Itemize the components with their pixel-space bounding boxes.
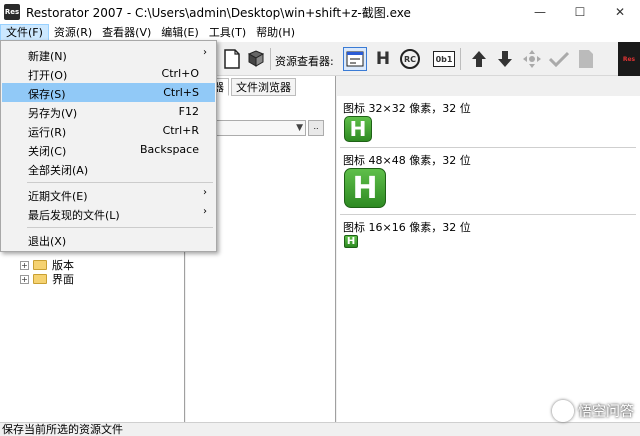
arrow-down-icon[interactable]	[493, 47, 517, 71]
menu-item-save[interactable]: 保存(S) Ctrl+S	[2, 83, 215, 102]
app-icon: Res	[4, 4, 20, 20]
chevron-down-icon[interactable]: ▼	[296, 121, 303, 135]
menu-item-label: 关闭(C)	[28, 145, 67, 158]
menu-item-close-all[interactable]: 全部关闭(A)	[2, 159, 215, 178]
watermark: 悟空问答	[552, 400, 634, 422]
maximize-button[interactable]: ☐	[560, 0, 600, 24]
icon-caption: 图标 32×32 像素，32 位	[343, 102, 471, 115]
window-title: Restorator 2007 - C:\Users\admin\Desktop…	[26, 5, 411, 20]
menu-item-recent-files[interactable]: 近期文件(E) ›	[2, 185, 215, 204]
toolbar-separator	[460, 48, 461, 70]
binary-badge: 0b1	[433, 51, 455, 67]
status-bar: 保存当前所选的资源文件	[0, 422, 640, 436]
menu-item-new[interactable]: 新建(N) ›	[2, 45, 215, 64]
divider	[340, 147, 636, 148]
browse-button[interactable]: ..	[308, 120, 324, 136]
menu-item-shortcut: Ctrl+R	[162, 124, 199, 137]
menu-item-label: 另存为(V)	[28, 107, 78, 120]
page-icon[interactable]	[574, 47, 598, 71]
minimize-button[interactable]: —	[520, 0, 560, 24]
expand-icon[interactable]: +	[20, 274, 29, 284]
tab-file-browser[interactable]: 文件浏览器	[231, 78, 296, 96]
checkmark-icon[interactable]	[547, 47, 571, 71]
arrow-up-icon[interactable]	[467, 47, 491, 71]
open-book-icon[interactable]	[244, 47, 268, 71]
move-icon[interactable]	[520, 47, 544, 71]
menu-item-shortcut: Ctrl+O	[161, 67, 199, 80]
submenu-arrow-icon: ›	[203, 187, 207, 198]
watermark-text: 悟空问答	[578, 404, 634, 420]
rc-badge: RC	[400, 49, 420, 69]
rc-view-icon[interactable]: RC	[398, 47, 422, 71]
new-file-icon[interactable]	[220, 47, 244, 71]
submenu-arrow-icon: ›	[203, 47, 207, 58]
menu-item-label: 保存(S)	[28, 88, 66, 101]
icon-caption: 图标 16×16 像素，32 位	[343, 221, 471, 234]
dialog-view-icon[interactable]	[343, 47, 367, 71]
menu-item-shortcut: Ctrl+S	[163, 86, 199, 99]
menu-item-label: 退出(X)	[28, 235, 67, 248]
close-button[interactable]: ✕	[600, 0, 640, 24]
menu-item-label: 最后发现的文件(L)	[28, 209, 120, 222]
menu-item-save-as[interactable]: 另存为(V) F12	[2, 102, 215, 121]
expand-icon[interactable]: +	[20, 260, 29, 270]
window-controls: — ☐ ✕	[520, 0, 640, 24]
resource-viewer	[337, 96, 640, 422]
menu-item-open[interactable]: 打开(O) Ctrl+O	[2, 64, 215, 83]
file-menu-dropdown: 新建(N) › 打开(O) Ctrl+O 保存(S) Ctrl+S 另存为(V)…	[0, 40, 217, 252]
folder-icon	[33, 260, 47, 270]
folder-icon	[33, 274, 47, 284]
menu-separator	[27, 182, 213, 183]
menu-item-shortcut: F12	[178, 105, 199, 118]
menu-item-label: 打开(O)	[28, 69, 68, 82]
menu-item-last-found[interactable]: 最后发现的文件(L) ›	[2, 204, 215, 223]
icon-caption: 图标 48×48 像素，32 位	[343, 154, 471, 167]
tree-item-version[interactable]: + 版本	[20, 258, 74, 272]
menu-item-exit[interactable]: 退出(X)	[2, 230, 215, 249]
menu-separator	[27, 227, 213, 228]
viewer-label: 资源查看器:	[275, 55, 334, 68]
menu-item-run[interactable]: 运行(R) Ctrl+R	[2, 121, 215, 140]
h-app-icon: H	[344, 235, 358, 248]
h-app-icon: H	[344, 168, 386, 208]
menu-help[interactable]: 帮助(H)	[251, 24, 300, 42]
brand-logo: Res	[618, 42, 640, 76]
submenu-arrow-icon: ›	[203, 206, 207, 217]
menu-item-label: 全部关闭(A)	[28, 164, 89, 177]
menu-item-label: 运行(R)	[28, 126, 67, 139]
menu-item-label: 新建(N)	[28, 50, 67, 63]
menu-item-label: 近期文件(E)	[28, 190, 88, 203]
divider	[340, 214, 636, 215]
watermark-logo-icon	[552, 400, 574, 422]
title-bar: Res Restorator 2007 - C:\Users\admin\Des…	[0, 0, 640, 24]
tree-item-label: 界面	[52, 273, 74, 286]
tree-item-dialog[interactable]: + 界面	[20, 272, 74, 286]
h-app-icon: H	[344, 116, 372, 142]
menu-item-close[interactable]: 关闭(C) Backspace	[2, 140, 215, 159]
binary-view-icon[interactable]: 0b1	[432, 47, 456, 71]
toolbar-separator	[270, 48, 271, 70]
h-view-icon[interactable]: H	[371, 47, 395, 71]
menu-item-shortcut: Backspace	[140, 143, 199, 156]
